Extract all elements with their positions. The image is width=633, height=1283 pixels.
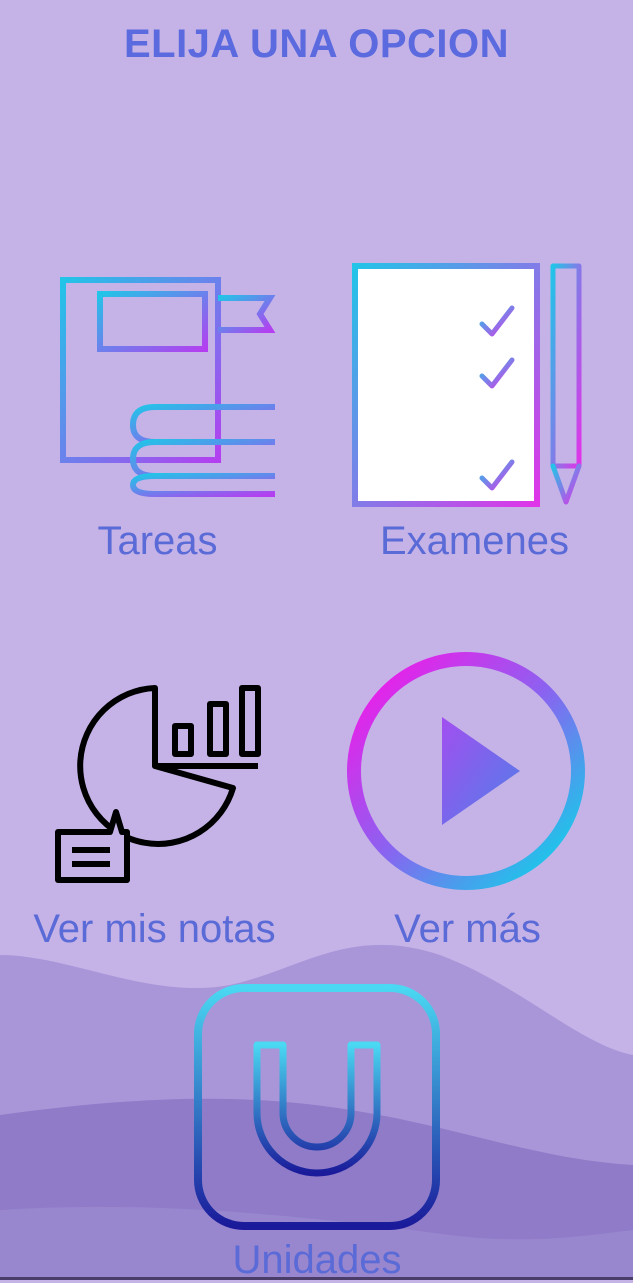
ver-mis-notas-label[interactable]: Ver mis notas — [17, 907, 292, 952]
page-title: ELIJA UNA OPCION — [123, 22, 510, 66]
examenes-option-button[interactable] — [350, 262, 590, 510]
play-icon — [347, 652, 585, 890]
tareas-option-button[interactable] — [55, 272, 280, 502]
grades-chart-icon — [55, 685, 261, 883]
ver-mas-label[interactable]: Ver más — [375, 907, 560, 952]
examenes-label[interactable]: Examenes — [352, 519, 597, 564]
ver-mis-notas-option-button[interactable] — [52, 682, 267, 887]
ver-mas-option-button[interactable] — [342, 647, 590, 895]
books-icon — [60, 277, 276, 497]
exam-checklist-icon — [352, 263, 582, 507]
tareas-label[interactable]: Tareas — [55, 519, 260, 564]
unidades-option-button[interactable] — [193, 983, 441, 1231]
units-u-icon — [194, 984, 440, 1230]
